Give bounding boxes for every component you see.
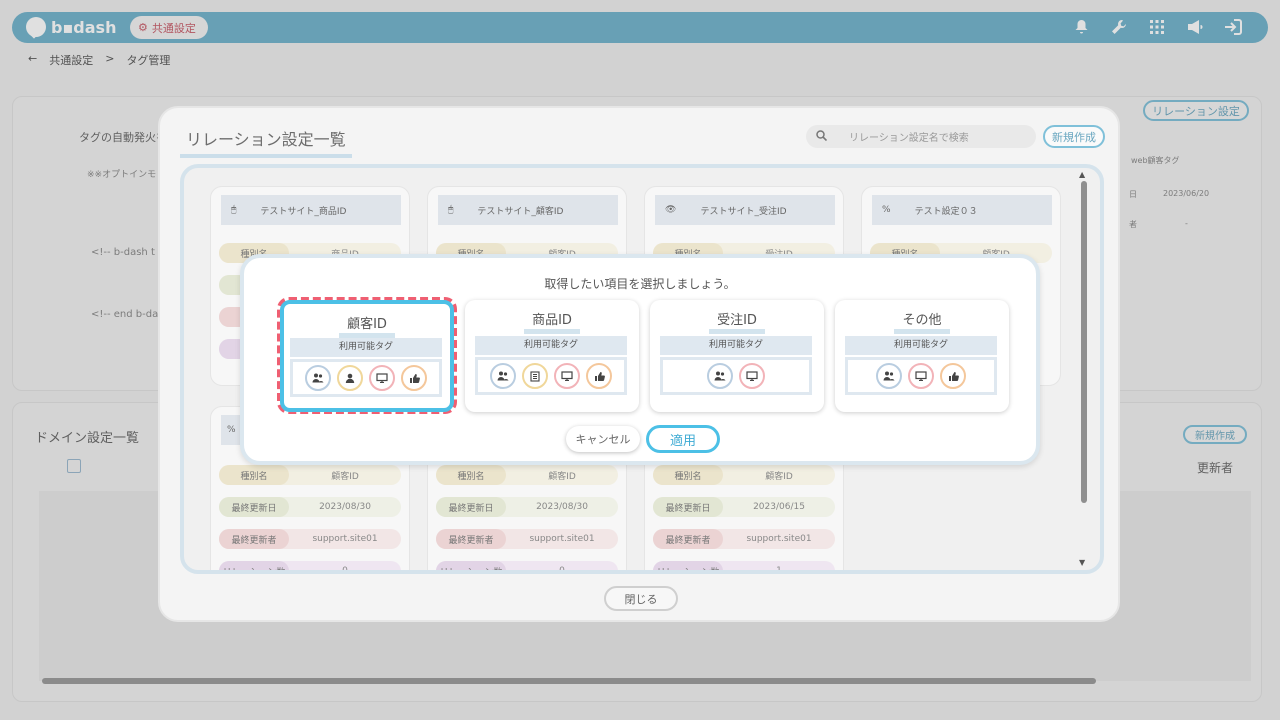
select-item-dialog: 取得したい項目を選択しましょう。 顧客ID 利用可能タグ 商品ID 利用可能タグ…: [240, 254, 1040, 465]
relations-value: 1: [776, 566, 782, 574]
search-icon: [816, 129, 828, 144]
scroll-up-icon[interactable]: ▲: [1079, 170, 1085, 179]
eye-icon: 👁: [665, 205, 677, 215]
option-other[interactable]: その他 利用可能タグ: [835, 300, 1009, 412]
updater-label: 最終更新者: [653, 529, 723, 549]
relation-card-header: % テスト設定０３: [872, 195, 1052, 225]
updated-label: 最終更新日: [219, 497, 289, 517]
relation-card-name: テストサイト_商品ID: [260, 206, 347, 217]
option-title: 受注ID: [650, 309, 824, 334]
relation-modal-title: リレーション設定一覧: [180, 126, 352, 158]
relations-label: リレーション数: [436, 561, 506, 570]
updater-label: 最終更新者: [219, 529, 289, 549]
relation-card-name: テストサイト_受注ID: [700, 206, 787, 217]
updated-label: 最終更新日: [436, 497, 506, 517]
kind-row: 種別名 顧客ID: [436, 465, 618, 485]
relation-card-header: 🖱 テストサイト_商品ID: [221, 195, 401, 225]
option-customer-id[interactable]: 顧客ID 利用可能タグ: [280, 300, 454, 412]
percent-icon: %: [882, 205, 891, 215]
updater-value: support.site01: [529, 534, 595, 544]
updater-row: 最終更新者 support.site01: [653, 529, 835, 549]
mouse-icon: 🖱: [448, 205, 454, 215]
monitor-icon: [369, 365, 395, 391]
option-title: 商品ID: [465, 309, 639, 334]
monitor-icon: [739, 363, 765, 389]
people-icon: [305, 365, 331, 391]
dialog-prompt: 取得したい項目を選択しましょう。: [544, 277, 736, 291]
percent-icon: %: [227, 425, 236, 435]
option-title: 顧客ID: [284, 313, 450, 338]
option-title: その他: [835, 309, 1009, 334]
relations-label: リレーション数: [219, 561, 289, 570]
kind-label: 種別名: [653, 465, 723, 485]
kind-value: 顧客ID: [765, 471, 793, 482]
people-icon: [707, 363, 733, 389]
kind-label: 種別名: [219, 465, 289, 485]
updated-value: 2023/08/30: [536, 502, 588, 512]
list-icon: [522, 363, 548, 389]
updated-value: 2023/06/15: [753, 502, 805, 512]
monitor-icon: [554, 363, 580, 389]
thumbs-up-icon: [586, 363, 612, 389]
monitor-icon: [908, 363, 934, 389]
option-order-id[interactable]: 受注ID 利用可能タグ: [650, 300, 824, 412]
relation-card-name: テスト設定０３: [914, 206, 978, 217]
relation-search-input[interactable]: リレーション設定名で検索: [806, 125, 1036, 148]
relations-row: リレーション数 0: [219, 561, 401, 574]
option-available-tags-label: 利用可能タグ: [845, 336, 997, 355]
updater-value: support.site01: [312, 534, 378, 544]
kind-value: 顧客ID: [331, 471, 359, 482]
option-tag-icons: [290, 359, 442, 397]
option-tag-icons: [845, 357, 997, 395]
vertical-scrollbar[interactable]: [1081, 181, 1087, 503]
relations-label: リレーション数: [653, 561, 723, 570]
relations-row: リレーション数 0: [436, 561, 618, 574]
user-icon: [337, 365, 363, 391]
relations-row: リレーション数 1: [653, 561, 835, 574]
updated-row: 最終更新日 2023/06/15: [653, 497, 835, 517]
kind-row: 種別名 顧客ID: [653, 465, 835, 485]
close-button[interactable]: 閉じる: [604, 586, 678, 611]
apply-button[interactable]: 適用: [646, 425, 720, 453]
thumbs-up-icon: [940, 363, 966, 389]
updater-row: 最終更新者 support.site01: [219, 529, 401, 549]
search-placeholder: リレーション設定名で検索: [849, 133, 969, 144]
option-available-tags-label: 利用可能タグ: [660, 336, 812, 355]
option-available-tags-label: 利用可能タグ: [475, 336, 627, 355]
kind-row: 種別名 顧客ID: [219, 465, 401, 485]
updated-label: 最終更新日: [653, 497, 723, 517]
relation-card-name: テストサイト_顧客ID: [477, 206, 564, 217]
option-product-id[interactable]: 商品ID 利用可能タグ: [465, 300, 639, 412]
thumbs-up-icon: [401, 365, 427, 391]
updater-row: 最終更新者 support.site01: [436, 529, 618, 549]
updated-row: 最終更新日 2023/08/30: [436, 497, 618, 517]
updated-value: 2023/08/30: [319, 502, 371, 512]
relation-card-header: 👁 テストサイト_受注ID: [655, 195, 835, 225]
updater-label: 最終更新者: [436, 529, 506, 549]
option-available-tags-label: 利用可能タグ: [290, 338, 442, 357]
relations-value: 0: [342, 566, 348, 574]
relations-value: 0: [559, 566, 565, 574]
kind-label: 種別名: [436, 465, 506, 485]
updated-row: 最終更新日 2023/08/30: [219, 497, 401, 517]
new-relation-button[interactable]: 新規作成: [1043, 125, 1105, 148]
updater-value: support.site01: [746, 534, 812, 544]
kind-value: 顧客ID: [548, 471, 576, 482]
relation-card-header: 🖱 テストサイト_顧客ID: [438, 195, 618, 225]
cancel-button[interactable]: キャンセル: [566, 426, 640, 452]
people-icon: [876, 363, 902, 389]
mouse-icon: 🖱: [231, 205, 237, 215]
scroll-down-icon[interactable]: ▼: [1079, 558, 1085, 567]
people-icon: [490, 363, 516, 389]
option-tag-icons: [660, 357, 812, 395]
option-tag-icons: [475, 357, 627, 395]
